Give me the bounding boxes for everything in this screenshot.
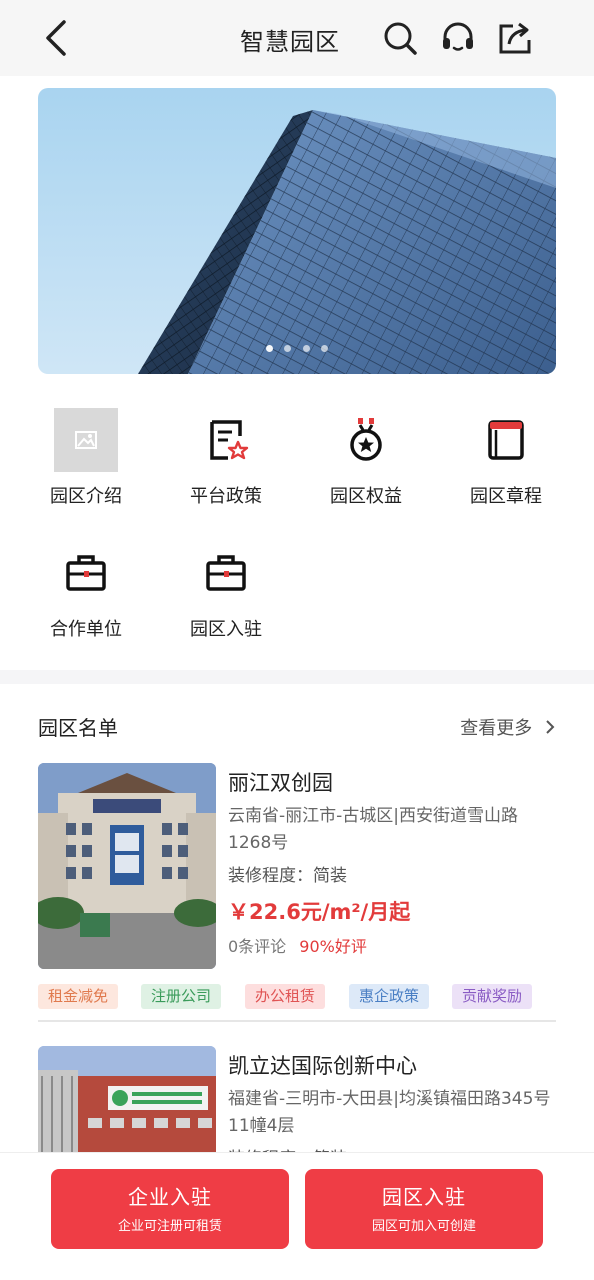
park-decoration: 装修程度：简装 [228, 866, 347, 886]
share-icon[interactable] [497, 20, 533, 56]
park-entry-button[interactable]: 园区入驻 园区可加入可创建 [305, 1169, 543, 1249]
positive-rate: 90%好评 [299, 937, 367, 956]
view-more-label: 查看更多 [460, 718, 533, 739]
card-divider [38, 1020, 556, 1022]
tag-badge: 贡献奖励 [452, 984, 533, 1009]
view-more-link[interactable]: 查看更多 [460, 714, 556, 740]
menu-item-platform-policy[interactable]: 平台政策 [156, 400, 296, 510]
section-divider [0, 670, 594, 684]
top-nav-bar: 智慧园区 [0, 0, 594, 76]
review-count: 0条评论 [228, 937, 287, 956]
park-card[interactable]: 丽江双创园 云南省-丽江市-古城区|西安街道雪山路1268号 装修程度：简装 ￥… [38, 763, 556, 1023]
banner-carousel[interactable] [38, 88, 556, 374]
park-decoration: 装修程度：简装 [228, 1144, 347, 1152]
park-card[interactable]: 凯立达国际创新中心 福建省-三明市-大田县|均溪镇福田路345号11幢4层 装修… [38, 1046, 556, 1152]
briefcase-icon [206, 555, 246, 591]
menu-item-park-entry[interactable]: 园区入驻 [156, 533, 296, 643]
button-subtitle: 企业可注册可租赁 [117, 1219, 222, 1234]
park-reviews: 0条评论 90%好评 [228, 933, 367, 957]
image-placeholder-icon [54, 408, 118, 472]
book-icon [488, 420, 524, 460]
park-address: 福建省-三明市-大田县|均溪镇福田路345号11幢4层 [228, 1089, 551, 1136]
park-list-title: 园区名单 [38, 716, 118, 740]
park-name: 凯立达国际创新中心 [228, 1054, 417, 1078]
page-title: 智慧园区 [240, 28, 340, 56]
button-title: 企业入驻 [128, 1185, 212, 1209]
menu-item-label: 园区入驻 [190, 619, 262, 640]
menu-item-partners[interactable]: 合作单位 [16, 533, 156, 643]
tag-badge: 办公租赁 [245, 984, 326, 1009]
carousel-dot[interactable] [320, 345, 328, 352]
headset-icon[interactable] [440, 20, 476, 56]
button-subtitle: 园区可加入可创建 [371, 1219, 476, 1234]
park-tags: 租金减免 注册公司 办公租赁 惠企政策 贡献奖励 [38, 984, 556, 1010]
tag-badge: 注册公司 [141, 984, 222, 1009]
menu-item-label: 园区权益 [330, 486, 402, 507]
park-address: 云南省-丽江市-古城区|西安街道雪山路1268号 [228, 806, 518, 853]
park-name: 丽江双创园 [228, 771, 333, 795]
park-photo [38, 1046, 216, 1152]
banner-image [38, 88, 556, 374]
search-icon[interactable] [382, 20, 418, 56]
button-title: 园区入驻 [382, 1185, 466, 1209]
park-photo [38, 763, 216, 969]
medal-icon [350, 418, 382, 461]
tag-badge: 租金减免 [38, 984, 119, 1009]
menu-item-label: 园区介绍 [50, 486, 122, 507]
menu-item-label: 平台政策 [190, 486, 262, 507]
briefcase-icon [66, 555, 106, 591]
park-price: ￥22.6元/m²/月起 [228, 900, 411, 924]
enterprise-entry-button[interactable]: 企业入驻 企业可注册可租赁 [51, 1169, 289, 1249]
policy-document-icon [210, 420, 249, 460]
carousel-dot[interactable] [302, 345, 310, 352]
carousel-dot[interactable] [284, 345, 292, 352]
back-arrow-icon[interactable] [40, 18, 76, 58]
menu-item-label: 合作单位 [50, 619, 122, 640]
menu-item-park-intro[interactable]: 园区介绍 [16, 400, 156, 510]
tag-badge: 惠企政策 [349, 984, 430, 1009]
menu-item-label: 园区章程 [470, 486, 542, 507]
menu-item-park-charter[interactable]: 园区章程 [436, 400, 576, 510]
menu-item-park-benefits[interactable]: 园区权益 [296, 400, 436, 510]
chevron-right-icon [546, 720, 555, 734]
carousel-dot[interactable] [266, 345, 274, 352]
carousel-indicator [38, 337, 556, 356]
bottom-action-bar: 企业入驻 企业可注册可租赁 园区入驻 园区可加入可创建 [0, 1152, 594, 1280]
